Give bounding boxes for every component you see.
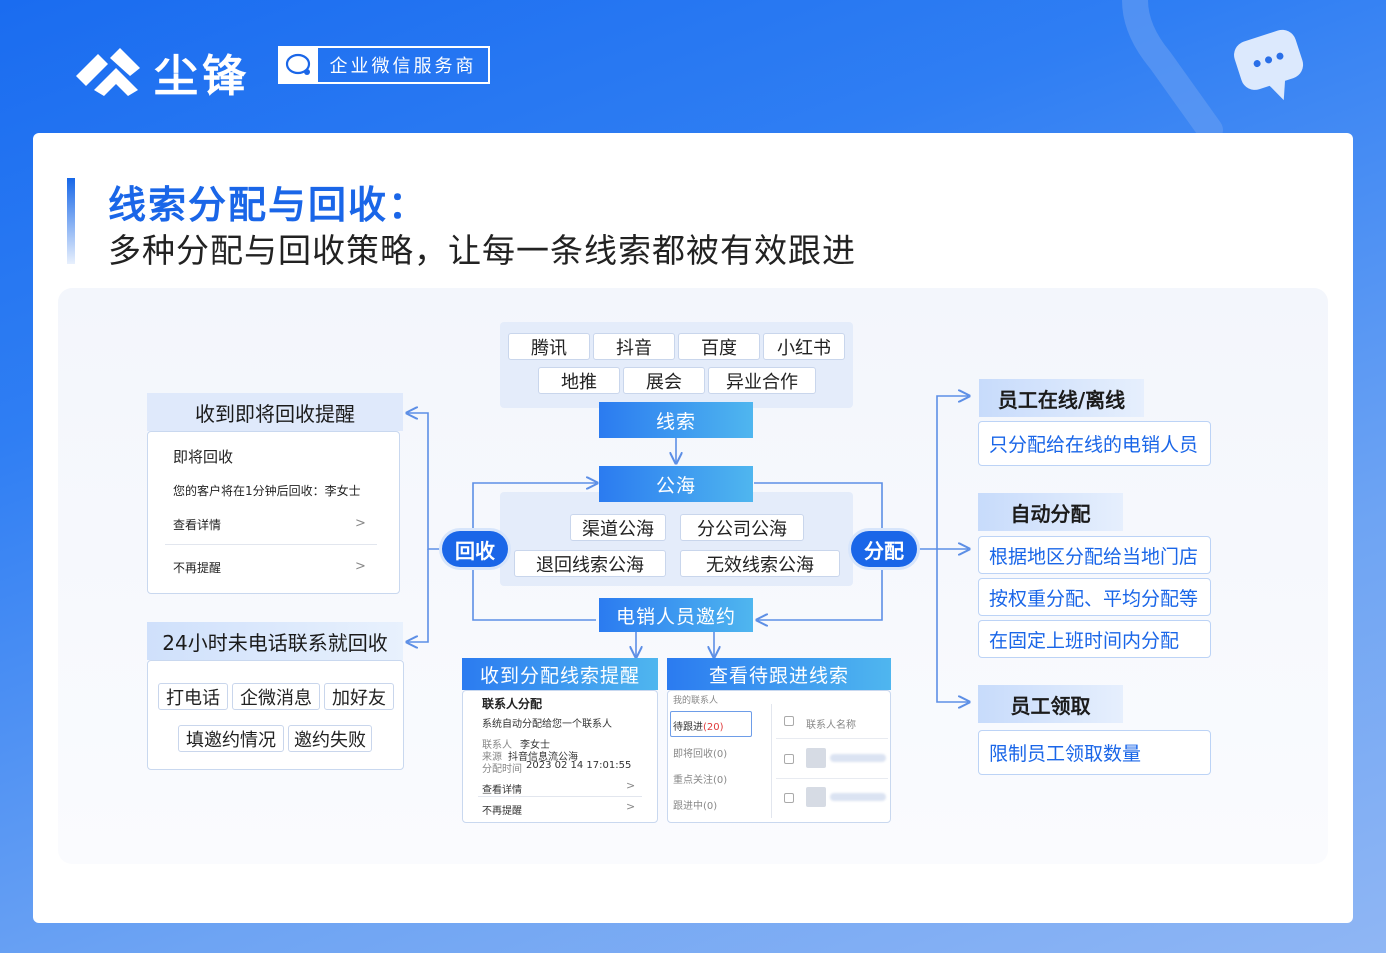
source-chip: 百度 — [678, 333, 760, 360]
source-chip: 抖音 — [593, 333, 675, 360]
notify-mute-link[interactable]: 不再提醒 — [482, 802, 522, 817]
actions-card — [147, 660, 404, 770]
source-chip: 展会 — [623, 367, 705, 394]
assign-node: 分配 — [851, 531, 917, 567]
source-chip: 小红书 — [763, 333, 845, 360]
notify-desc: 系统自动分配给您一个联系人 — [482, 719, 612, 730]
recycle-node: 回收 — [442, 531, 508, 567]
tab-count: (20) — [703, 722, 724, 733]
divider — [776, 778, 888, 779]
tab-label: 重点关注 — [673, 775, 713, 786]
row-checkbox[interactable] — [784, 754, 794, 764]
tab-label: 待跟进 — [673, 722, 703, 733]
divider — [165, 544, 377, 545]
divider — [776, 738, 888, 739]
online-rule: 只分配给在线的电销人员 — [978, 421, 1211, 466]
row-checkbox[interactable] — [784, 793, 794, 803]
time-label: 分配时间 — [482, 764, 522, 775]
action-chip: 加好友 — [324, 683, 394, 710]
online-header: 员工在线/离线 — [979, 379, 1144, 417]
notify-title: 联系人分配 — [482, 697, 543, 711]
action-chip: 打电话 — [158, 683, 228, 710]
auto-rule: 在固定上班时间内分配 — [978, 620, 1211, 658]
chevron-right-icon: > — [626, 800, 636, 813]
action-chip: 企微消息 — [232, 683, 320, 710]
reminder-view-link[interactable]: 查看详情 — [173, 516, 221, 533]
tab-label: 跟进中 — [673, 801, 703, 812]
contact-name-blurred — [830, 793, 886, 801]
action-chip: 邀约失败 — [288, 725, 372, 752]
claim-header: 员工领取 — [978, 685, 1123, 723]
pool-chip: 渠道公海 — [570, 514, 666, 541]
divider — [771, 704, 772, 818]
contact-name-blurred — [830, 754, 886, 762]
source-chip: 异业合作 — [708, 367, 816, 394]
notify-header: 收到分配线索提醒 — [462, 658, 658, 690]
tab-recycling[interactable]: 即将回收(0) — [673, 745, 727, 760]
reminder-title: 即将回收 — [173, 448, 234, 466]
auto-rule: 根据地区分配给当地门店 — [978, 536, 1211, 574]
auto-header: 自动分配 — [978, 493, 1123, 531]
reminder-header: 收到即将回收提醒 — [147, 393, 403, 431]
column-name-header: 联系人名称 — [806, 720, 856, 731]
divider — [478, 796, 642, 797]
avatar — [806, 787, 826, 807]
source-chip: 地推 — [538, 367, 620, 394]
auto-rule: 按权重分配、平均分配等 — [978, 578, 1211, 616]
tab-count: (0) — [713, 749, 728, 760]
my-contacts-label: 我的联系人 — [673, 696, 719, 706]
pool-chip: 无效线索公海 — [680, 550, 840, 577]
tab-starred[interactable]: 重点关注(0) — [673, 771, 727, 786]
pool-chip: 退回线索公海 — [514, 550, 666, 577]
pool-chip: 分公司公海 — [680, 514, 804, 541]
claim-rule: 限制员工领取数量 — [978, 730, 1211, 775]
invite-node: 电销人员邀约 — [599, 598, 753, 632]
chevron-right-icon: > — [355, 516, 366, 531]
select-all-checkbox[interactable] — [784, 716, 794, 726]
tab-label: 即将回收 — [673, 749, 713, 760]
source-chip: 腾讯 — [508, 333, 590, 360]
chevron-right-icon: > — [355, 559, 366, 574]
tab-count: (0) — [713, 775, 728, 786]
notify-view-link[interactable]: 查看详情 — [482, 781, 522, 796]
tab-pending[interactable]: 待跟进(20) — [673, 718, 724, 733]
time-value: 2023 02 14 17:01:55 — [526, 760, 632, 771]
chevron-right-icon: > — [626, 779, 636, 792]
pool-node: 公海 — [599, 466, 753, 502]
reminder-desc: 您的客户将在1分钟后回收：李女士 — [173, 484, 361, 498]
leads-node: 线索 — [599, 402, 753, 438]
pending-header: 查看待跟进线索 — [667, 658, 891, 690]
reminder-mute-link[interactable]: 不再提醒 — [173, 559, 221, 576]
action-chip: 填邀约情况 — [178, 725, 284, 752]
rule-header: 24小时未电话联系就回收 — [147, 622, 403, 660]
tab-following[interactable]: 跟进中(0) — [673, 797, 717, 812]
tab-count: (0) — [703, 801, 718, 812]
avatar — [806, 748, 826, 768]
